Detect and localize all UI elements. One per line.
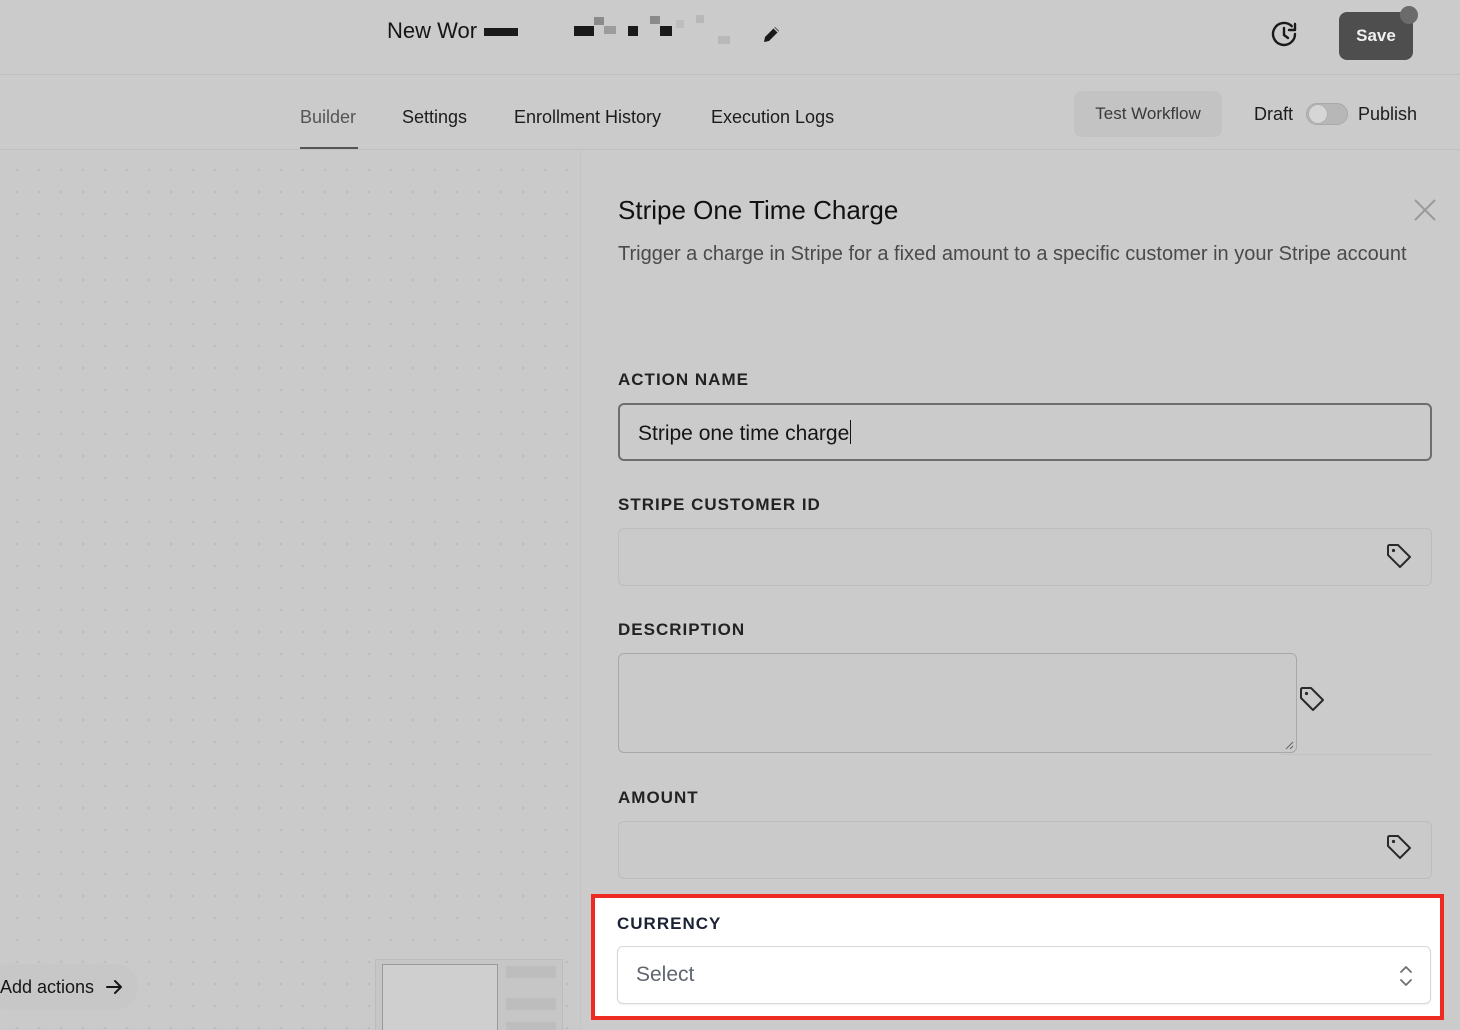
top-bar: New Wor Save	[0, 0, 1460, 75]
panel-description: Trigger a charge in Stripe for a fixed a…	[618, 243, 1407, 265]
currency-label: CURRENCY	[617, 914, 722, 933]
chevron-updown-icon	[1400, 966, 1412, 986]
divider	[1281, 754, 1431, 755]
panel-title: Stripe One Time Charge	[618, 195, 899, 225]
action-name-value: Stripe one time charge	[638, 420, 852, 445]
active-tab-indicator	[300, 147, 358, 149]
description-textarea[interactable]	[618, 653, 1297, 753]
draft-label: Draft	[1254, 104, 1294, 124]
action-name-input[interactable]: Stripe one time charge	[618, 403, 1432, 461]
workflow-canvas[interactable]: Add actions	[0, 151, 580, 1030]
close-icon[interactable]	[1413, 198, 1437, 222]
minimap-viewport	[382, 964, 498, 1030]
customer-id-input[interactable]	[618, 528, 1432, 586]
history-icon[interactable]	[1268, 18, 1300, 50]
currency-select-value: Select	[636, 963, 695, 986]
minimap-node	[506, 966, 556, 978]
currency-select[interactable]: Select	[617, 946, 1431, 1004]
add-actions-button[interactable]: Add actions	[0, 964, 139, 1010]
amount-input[interactable]	[618, 821, 1432, 879]
minimap-node	[506, 998, 556, 1010]
customer-id-label: STRIPE CUSTOMER ID	[618, 495, 821, 514]
workflow-title[interactable]: New Wor	[387, 18, 477, 44]
arrow-right-icon	[106, 980, 123, 994]
toggle-knob	[1309, 105, 1327, 123]
publish-toggle[interactable]	[1306, 103, 1348, 125]
tab-enrollment-history[interactable]: Enrollment History	[514, 107, 661, 128]
tab-execution-logs[interactable]: Execution Logs	[711, 107, 834, 128]
redacted-title-area	[480, 14, 740, 54]
tag-icon[interactable]	[1385, 542, 1413, 570]
tag-icon[interactable]	[1298, 685, 1326, 713]
add-actions-label: Add actions	[0, 976, 95, 997]
currency-section-highlight: CURRENCY Select	[591, 894, 1444, 1020]
publish-label: Publish	[1358, 104, 1418, 124]
minimap-node	[506, 1022, 556, 1030]
workflow-nav: Builder Settings Enrollment History Exec…	[0, 75, 1460, 150]
unsaved-indicator	[1400, 6, 1418, 24]
edit-icon[interactable]	[760, 22, 784, 46]
tab-settings[interactable]: Settings	[402, 107, 467, 128]
canvas-minimap[interactable]	[375, 959, 563, 1030]
tab-builder[interactable]: Builder	[300, 107, 356, 128]
amount-label: AMOUNT	[618, 788, 699, 807]
description-label: DESCRIPTION	[618, 620, 746, 639]
action-name-label: ACTION NAME	[618, 370, 749, 389]
tag-icon[interactable]	[1385, 833, 1413, 861]
test-workflow-button[interactable]: Test Workflow	[1074, 91, 1222, 137]
resize-grip-icon[interactable]	[1284, 740, 1294, 750]
